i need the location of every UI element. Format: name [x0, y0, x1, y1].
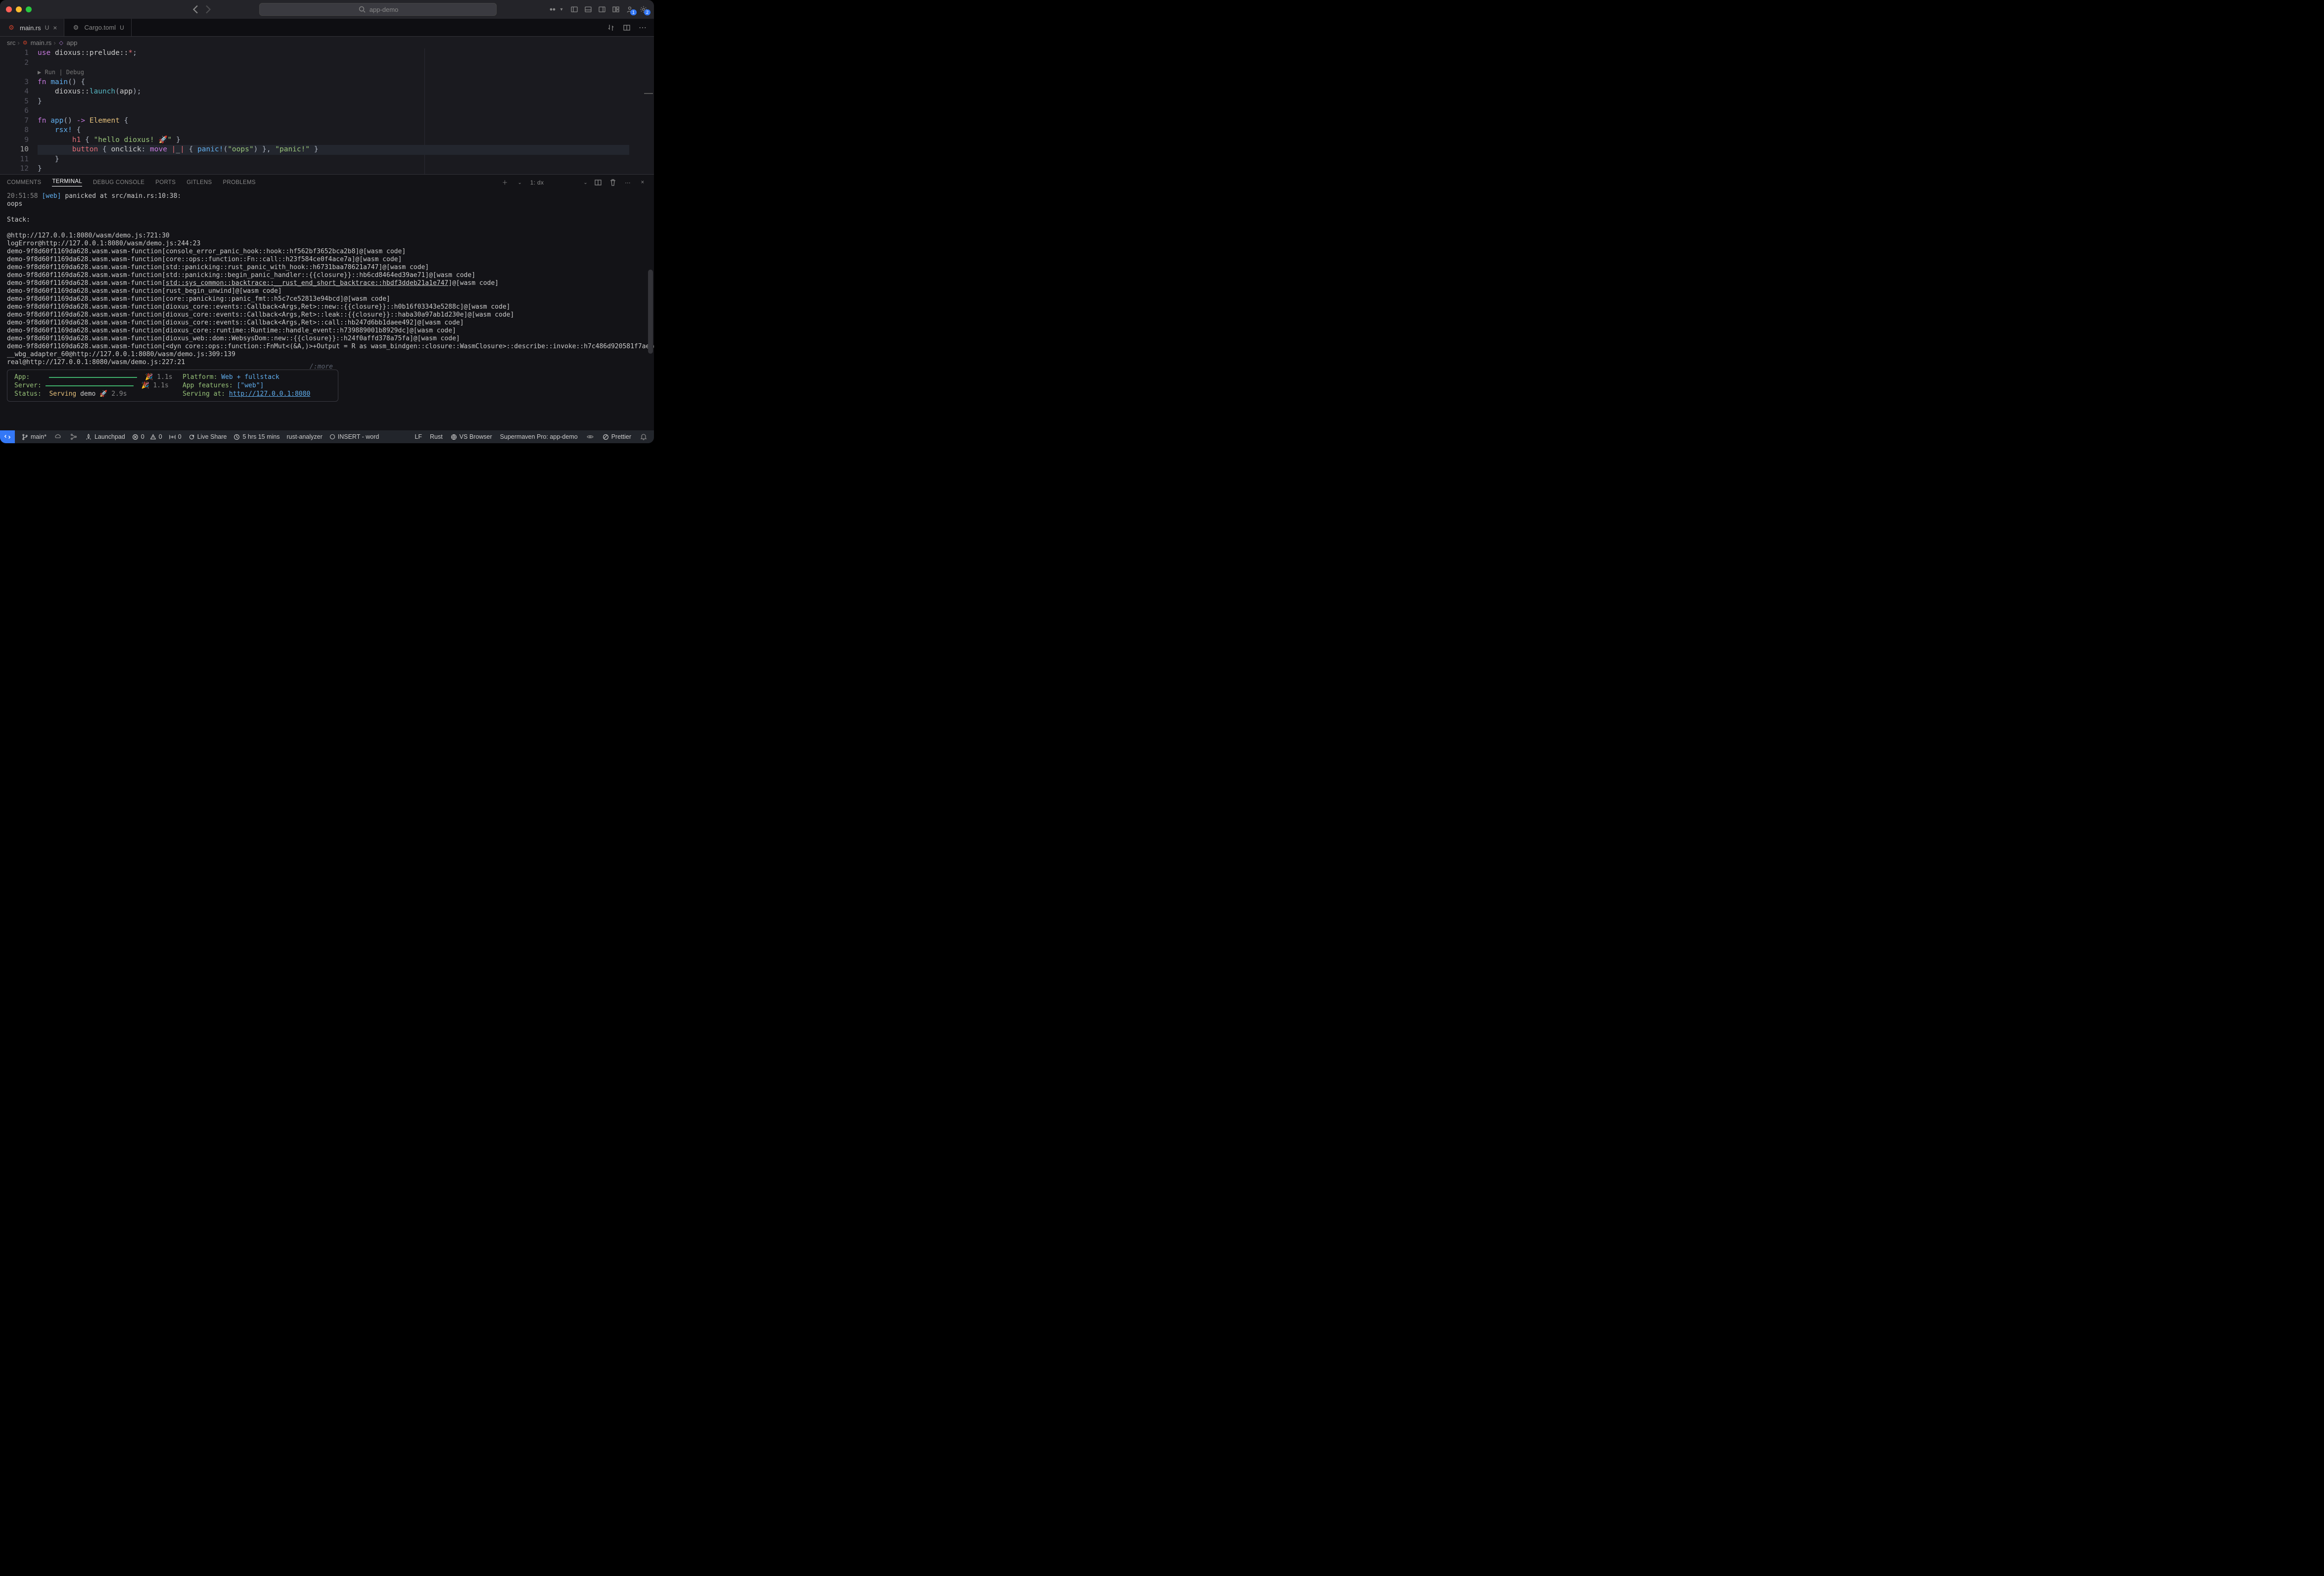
code-line-current: button { onclick: move |_| { panic!("oop…: [38, 145, 629, 155]
compare-changes-icon[interactable]: [606, 23, 615, 32]
new-terminal-icon[interactable]: ＋: [501, 178, 510, 187]
panel-right-icon[interactable]: [598, 5, 606, 14]
code-line: fn main() {: [38, 78, 629, 88]
vs-browser[interactable]: VS Browser: [451, 433, 492, 440]
code-editor[interactable]: 123456789101112 use dioxus::prelude::*; …: [0, 48, 654, 174]
nav-forward[interactable]: [202, 3, 214, 15]
panel-tab-gitlens[interactable]: GITLENS: [186, 180, 212, 185]
panel-tab-comments[interactable]: COMMENTS: [7, 180, 41, 185]
problems-count[interactable]: 0 0: [132, 433, 162, 440]
graph-icon[interactable]: [69, 432, 78, 441]
status-eol[interactable]: LF: [415, 433, 422, 440]
ports-forwarded[interactable]: 0: [169, 433, 182, 440]
code-line: [38, 106, 629, 116]
bottom-panel: COMMENTS TERMINAL DEBUG CONSOLE PORTS GI…: [0, 174, 654, 430]
window-controls: [6, 6, 32, 12]
live-share[interactable]: Live Share: [188, 433, 227, 440]
code-line: dioxus::launch(app);: [38, 87, 629, 97]
search-text: app-demo: [370, 6, 399, 13]
code-line: }: [38, 155, 629, 165]
rust-file-icon: ⚙: [22, 39, 29, 46]
panel-tab-terminal[interactable]: TERMINAL: [52, 179, 82, 186]
copilot-icon[interactable]: [548, 5, 557, 14]
editor-tabs: ⚙ main.rs U × ⚙ Cargo.toml U ⋯: [0, 19, 654, 37]
eye-icon[interactable]: [586, 432, 595, 441]
panel-left-icon[interactable]: [570, 5, 579, 14]
vscode-window: app-demo ▾ 1 2 ⚙ main.rs: [0, 0, 654, 443]
split-editor-icon[interactable]: [622, 23, 631, 32]
panel-tab-ports[interactable]: PORTS: [155, 180, 176, 185]
status-bar: main* Launchpad 0 0 0 Live Share 5 hrs 1…: [0, 430, 654, 443]
breadcrumb[interactable]: src › ⚙ main.rs › ◇ app: [0, 37, 654, 48]
titlebar: app-demo ▾ 1 2: [0, 0, 654, 19]
code-line: use dioxus::prelude::*;: [38, 48, 629, 58]
split-terminal-icon[interactable]: [594, 178, 603, 187]
tab-cargo-toml[interactable]: ⚙ Cargo.toml U: [64, 19, 131, 36]
more-icon[interactable]: ⋯: [623, 178, 632, 187]
terminal-selector[interactable]: 1: dx⌄: [530, 179, 588, 186]
command-center[interactable]: app-demo: [259, 3, 497, 16]
rust-analyzer[interactable]: rust-analyzer: [287, 433, 323, 440]
tab-main-rs[interactable]: ⚙ main.rs U ×: [0, 19, 64, 36]
codelens-run-debug[interactable]: ▶ Run | Debug: [38, 68, 629, 78]
launchpad[interactable]: Launchpad: [85, 433, 125, 440]
scrollbar[interactable]: [648, 270, 653, 354]
code-line: fn app() -> Element {: [38, 116, 629, 126]
remote-indicator[interactable]: [0, 430, 15, 443]
gear-file-icon: ⚙: [71, 23, 80, 32]
code-line: h1 { "hello dioxus! 🚀" }: [38, 136, 629, 145]
panel-bottom-icon[interactable]: [584, 5, 593, 14]
code-line: rsx! {: [38, 126, 629, 136]
close-panel-icon[interactable]: ×: [638, 178, 647, 187]
wakatime[interactable]: 5 hrs 15 mins: [233, 433, 279, 440]
bell-icon[interactable]: [639, 432, 648, 441]
layout-icon[interactable]: [611, 5, 620, 14]
minimize-window[interactable]: [16, 6, 22, 12]
line-gutter: 123456789101112: [0, 48, 38, 174]
status-language[interactable]: Rust: [430, 433, 443, 440]
terminal-output[interactable]: 20:51:58 [web] panicked at src/main.rs:1…: [0, 190, 654, 430]
gear-icon[interactable]: 2: [639, 5, 648, 14]
code-line: [38, 58, 629, 68]
panel-tab-problems[interactable]: PROBLEMS: [223, 180, 256, 185]
code-line: }: [38, 164, 629, 174]
rust-file-icon: ⚙: [7, 23, 16, 32]
more-actions-icon[interactable]: ⋯: [638, 23, 647, 32]
minimap[interactable]: [634, 48, 654, 174]
panel-tab-debug-console[interactable]: DEBUG CONSOLE: [93, 180, 144, 185]
chevron-down-icon[interactable]: ▾: [557, 5, 566, 14]
prettier-status[interactable]: Prettier: [603, 433, 631, 440]
supermaven-status[interactable]: Supermaven Pro: app-demo: [500, 433, 578, 440]
nav-back[interactable]: [190, 3, 202, 15]
search-icon: [358, 5, 367, 14]
git-branch[interactable]: main*: [22, 433, 46, 440]
maximize-window[interactable]: [26, 6, 32, 12]
close-tab-icon[interactable]: ×: [53, 24, 57, 32]
vim-mode[interactable]: INSERT - word: [329, 433, 379, 440]
close-window[interactable]: [6, 6, 12, 12]
code-line: }: [38, 97, 629, 107]
chevron-down-icon[interactable]: ⌄: [515, 178, 524, 187]
symbol-icon: ◇: [58, 39, 65, 46]
accounts-icon[interactable]: 1: [625, 5, 634, 14]
cloud-sync-icon[interactable]: [53, 432, 62, 441]
trash-icon[interactable]: [608, 178, 617, 187]
panel-tabs: COMMENTS TERMINAL DEBUG CONSOLE PORTS GI…: [0, 175, 654, 190]
